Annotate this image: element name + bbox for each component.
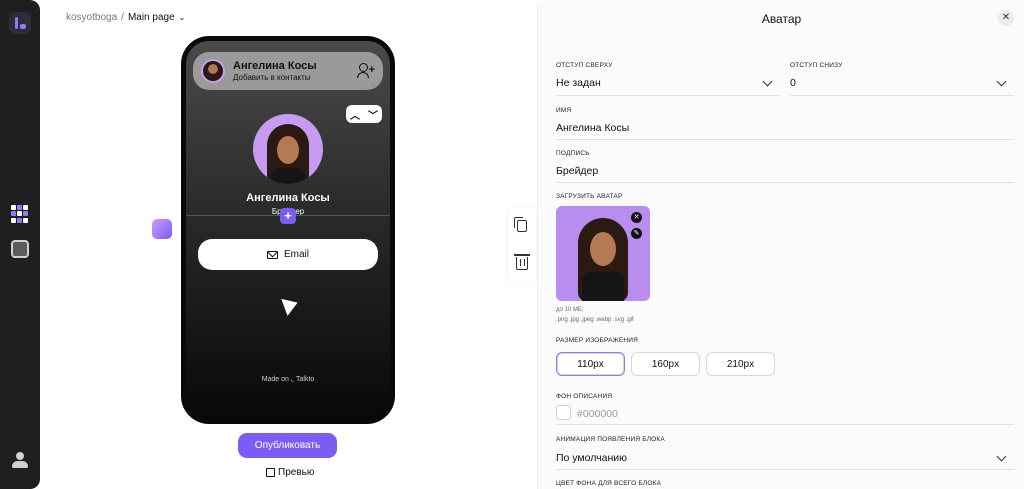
bg-color-input[interactable]: #000000 — [577, 408, 618, 420]
upload-limit: до 10 МБ; — [556, 307, 584, 313]
name-input[interactable]: Ангелина Косы — [556, 122, 629, 134]
trash-icon[interactable] — [514, 254, 530, 270]
mail-icon — [266, 250, 278, 259]
blocks-grid-icon[interactable] — [11, 205, 29, 223]
profile-name: Ангелина Косы — [246, 192, 330, 204]
chevron-down-icon[interactable]: ⌄ — [179, 13, 186, 22]
avatar-thumbnail[interactable]: ✕ ✎ — [556, 206, 650, 301]
made-on-label: Made on — [261, 376, 289, 383]
caption-label: Подпись — [556, 150, 590, 157]
animation-label: Анимация появления блока — [556, 436, 665, 443]
add-contact-bar[interactable]: Ангелина Косы Добавить в контакты — [193, 52, 383, 90]
size-option-110[interactable]: 110px — [556, 352, 625, 376]
remove-icon[interactable]: ✕ — [631, 212, 642, 223]
phone-screen: Ангелина Косы Добавить в контакты ︿ ﹀ Ан… — [186, 41, 390, 419]
email-label: Email — [283, 249, 309, 260]
bottom-offset-select[interactable]: 0 — [790, 77, 796, 89]
contact-name: Ангелина Косы — [233, 60, 317, 72]
logo-icon[interactable] — [9, 12, 31, 34]
panel-title: Аватар — [761, 12, 802, 26]
chevron-down-icon[interactable] — [996, 451, 1007, 462]
breadcrumb: kosyotboga / Main page ⌄ — [66, 12, 185, 23]
move-block-buttons[interactable]: ︿ ﹀ — [346, 105, 382, 123]
bg-color-swatch[interactable] — [556, 405, 571, 420]
add-block-button[interactable]: + — [280, 208, 296, 224]
chevron-down-icon[interactable] — [762, 76, 773, 87]
theme-color-swatch[interactable] — [152, 219, 172, 239]
edit-icon[interactable]: ✎ — [631, 228, 642, 239]
phone-preview: Ангелина Косы Добавить в контакты ︿ ﹀ Ан… — [181, 36, 395, 424]
layers-icon[interactable] — [11, 240, 29, 258]
breadcrumb-page[interactable]: Main page — [128, 12, 175, 23]
preview-button[interactable]: Превью — [266, 467, 314, 478]
telegram-icon[interactable] — [281, 294, 301, 316]
size-option-160[interactable]: 160px — [631, 352, 700, 376]
preview-label: Превью — [278, 467, 315, 478]
preview-icon — [266, 468, 275, 477]
chevron-up-icon[interactable]: ︿ — [350, 107, 360, 122]
block-tools — [508, 208, 536, 282]
profile-avatar[interactable] — [253, 114, 323, 184]
email-button[interactable]: Email — [198, 239, 378, 270]
animation-select[interactable]: По умолчанию — [556, 452, 627, 464]
copy-icon[interactable] — [514, 217, 527, 232]
chevron-down-icon[interactable]: ﹀ — [368, 107, 378, 122]
avatar-image — [578, 218, 628, 301]
bg-label: Фон описания — [556, 393, 613, 400]
contact-avatar — [201, 59, 225, 83]
avatar-image — [267, 124, 309, 184]
publish-button[interactable]: Опубликовать — [238, 433, 337, 458]
made-on-footer: Made on ⌞ Talkto — [186, 375, 390, 383]
upload-label: Загрузить аватар — [556, 193, 623, 200]
user-icon[interactable] — [12, 452, 28, 468]
size-label: Размер изображения — [556, 337, 639, 344]
left-sidebar — [0, 0, 40, 489]
breadcrumb-workspace[interactable]: kosyotboga — [66, 12, 117, 23]
top-offset-label: Отступ сверху — [556, 62, 613, 69]
breadcrumb-separator: / — [121, 12, 124, 23]
size-option-210[interactable]: 210px — [706, 352, 775, 376]
settings-panel: Аватар ✕ Отступ сверху Не задан Отступ с… — [537, 0, 1024, 489]
contact-action: Добавить в контакты — [233, 73, 311, 82]
upload-formats: .png .jpg .jpeg .webp .svg .gif — [556, 317, 634, 323]
chevron-down-icon[interactable] — [996, 76, 1007, 87]
close-button[interactable]: ✕ — [998, 10, 1014, 26]
name-label: Имя — [556, 107, 572, 114]
page-bg-label: Цвет фона для всего блока — [556, 480, 662, 487]
brand-name: Talkto — [296, 376, 315, 383]
bottom-offset-label: Отступ снизу — [790, 62, 843, 69]
top-offset-select[interactable]: Не задан — [556, 77, 601, 89]
add-user-icon[interactable] — [357, 63, 375, 79]
caption-input[interactable]: Брейдер — [556, 165, 598, 177]
